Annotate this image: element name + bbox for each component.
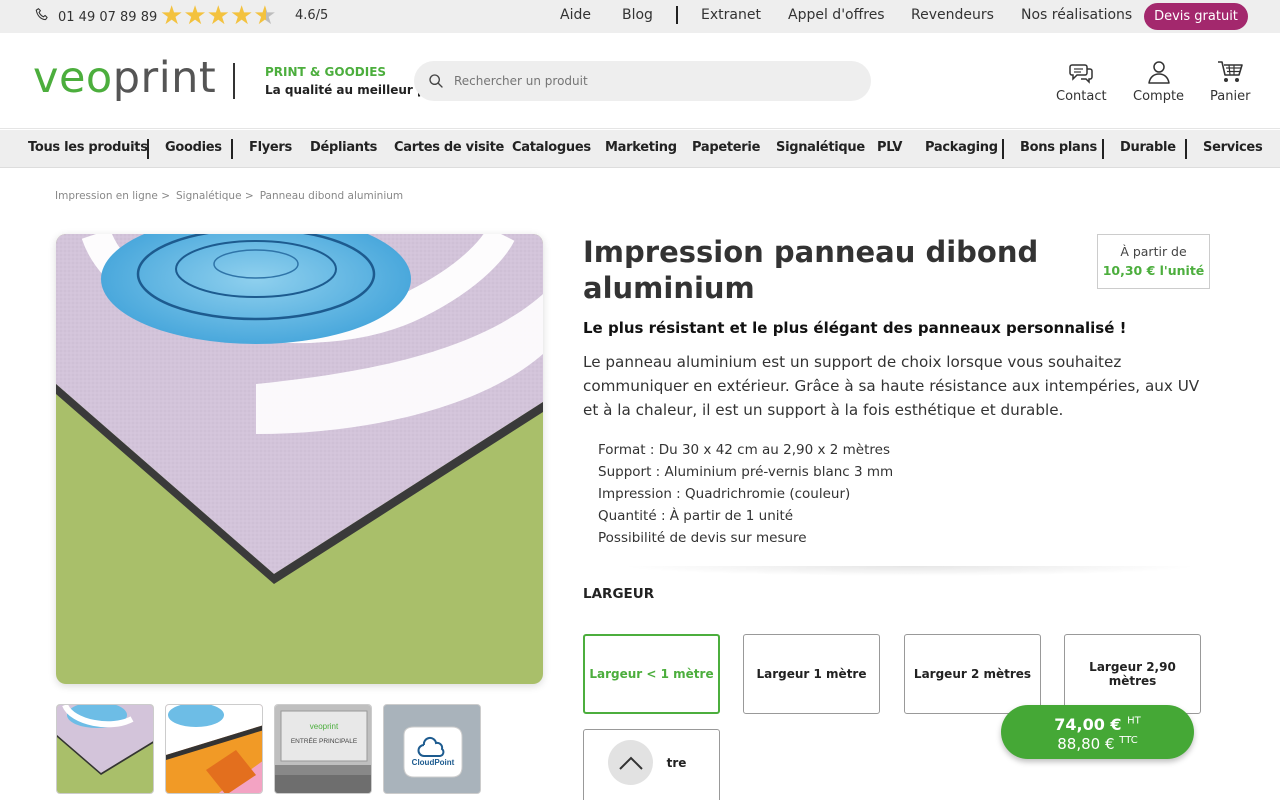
user-icon	[1147, 61, 1170, 84]
star-icon: ★	[160, 1, 184, 31]
account-label: Compte	[1133, 89, 1185, 104]
nav-cartes-visite[interactable]: Cartes de visite	[394, 140, 504, 155]
breadcrumb-home[interactable]: Impression en ligne >	[55, 190, 170, 202]
spec-quantite: Quantité : À partir de 1 unité	[598, 508, 794, 524]
width-option-2m[interactable]: Largeur 2 mètres	[904, 634, 1041, 714]
width-option-lt-1m[interactable]: Largeur < 1 mètre	[583, 634, 720, 714]
nav-packaging[interactable]: Packaging	[925, 140, 998, 155]
spec-format: Format : Du 30 x 42 cm au 2,90 x 2 mètre…	[598, 442, 891, 458]
width-section-label: LARGEUR	[583, 586, 655, 602]
nav-divider	[231, 139, 233, 159]
rating-stars: ★ ★ ★ ★ ★	[160, 3, 277, 29]
phone-contact[interactable]: 01 49 07 89 89	[34, 7, 157, 27]
nav-divider	[1185, 139, 1187, 159]
nav-signaletique[interactable]: Signalétique	[776, 140, 865, 155]
spec-devis: Possibilité de devis sur mesure	[598, 530, 807, 546]
section-divider	[620, 566, 1200, 576]
price-from-label: À partir de	[1120, 244, 1187, 259]
nav-catalogues[interactable]: Catalogues	[512, 140, 591, 155]
thumbnail-3[interactable]: veoprint ENTRÉE PRINCIPALE	[274, 704, 372, 794]
product-thumbnails: veoprint ENTRÉE PRINCIPALE CloudPoint	[56, 704, 481, 794]
cart-button[interactable]: Panier	[1210, 59, 1250, 104]
link-revendeurs[interactable]: Revendeurs	[911, 7, 994, 23]
account-button[interactable]: Compte	[1133, 59, 1184, 104]
link-aide[interactable]: Aide	[560, 7, 591, 23]
link-realisations[interactable]: Nos réalisations	[1021, 7, 1132, 23]
chevron-up-icon	[618, 756, 643, 770]
star-icon: ★	[229, 1, 254, 31]
search-bar[interactable]	[414, 61, 871, 101]
top-bar: 01 49 07 89 89 ★ ★ ★ ★ ★ 4.6/5 Aide Blog…	[0, 0, 1280, 33]
link-appel-offres[interactable]: Appel d'offres	[788, 7, 885, 23]
search-input[interactable]	[454, 74, 834, 88]
product-main-image[interactable]	[56, 234, 543, 684]
devis-gratuit-button[interactable]: Devis gratuit	[1144, 3, 1248, 30]
product-subtitle: Le plus résistant et le plus élégant des…	[583, 319, 1127, 337]
cart-label: Panier	[1210, 89, 1251, 104]
thumbnail-2[interactable]	[165, 704, 263, 794]
spec-support: Support : Aluminium pré-vernis blanc 3 m…	[598, 464, 894, 480]
nav-bons-plans[interactable]: Bons plans	[1020, 140, 1097, 155]
price-ttc: 88,80 €	[1057, 735, 1115, 753]
nav-goodies[interactable]: Goodies	[165, 140, 222, 155]
contact-label: Contact	[1056, 89, 1107, 104]
nav-plv[interactable]: PLV	[877, 140, 902, 155]
nav-flyers[interactable]: Flyers	[249, 140, 292, 155]
nav-tous-produits[interactable]: Tous les produits	[28, 140, 148, 155]
product-specs: Format : Du 30 x 42 cm au 2,90 x 2 mètre…	[598, 439, 893, 549]
breadcrumb-current: Panneau dibond aluminium	[259, 190, 404, 202]
nav-divider	[1002, 139, 1004, 159]
thumbnail-sign-text: ENTRÉE PRINCIPALE	[291, 736, 358, 745]
tagline-primary: PRINT & GOODIES	[265, 65, 387, 79]
breadcrumb-category[interactable]: Signalétique >	[176, 190, 254, 202]
cart-icon	[1218, 61, 1244, 82]
price-ttc-suffix: TTC	[1119, 735, 1138, 746]
search-icon	[429, 74, 443, 88]
star-icon: ★	[206, 1, 230, 31]
topbar-divider	[676, 6, 678, 24]
veoprint-logo[interactable]: veoprint	[33, 53, 216, 103]
price-ht-suffix: HT	[1127, 715, 1141, 727]
width-option-2-90m[interactable]: Largeur 2,90 mètres	[1064, 634, 1201, 714]
thumbnail-4[interactable]: CloudPoint	[383, 704, 481, 794]
price-from-value: 10,30 € l'unité	[1102, 263, 1205, 278]
chat-icon	[1069, 64, 1094, 84]
nav-durable[interactable]: Durable	[1120, 140, 1176, 155]
price-summary: 74,00 € HT 88,80 € TTC	[1001, 705, 1194, 759]
nav-divider	[1102, 139, 1104, 159]
price-ht: 74,00 €	[1054, 715, 1122, 734]
thumbnail-brand-text: veoprint	[310, 722, 339, 731]
nav-divider	[147, 139, 149, 159]
contact-button[interactable]: Contact	[1056, 59, 1107, 104]
spec-impression: Impression : Quadrichromie (couleur)	[598, 486, 851, 502]
nav-depliants[interactable]: Dépliants	[310, 140, 377, 155]
link-extranet[interactable]: Extranet	[701, 7, 761, 23]
product-title: Impression panneau dibond aluminium	[583, 235, 1039, 305]
nav-services[interactable]: Services	[1203, 140, 1263, 155]
star-icon: ★	[183, 1, 207, 31]
header-divider	[233, 63, 235, 99]
breadcrumb: Impression en ligne > Signalétique > Pan…	[55, 190, 403, 202]
phone-icon	[34, 7, 50, 27]
nav-marketing[interactable]: Marketing	[605, 140, 677, 155]
width-option-1m[interactable]: Largeur 1 mètre	[743, 634, 880, 714]
thumbnail-logo-text: CloudPoint	[412, 758, 455, 767]
main-navigation: Tous les produits Goodies Flyers Déplian…	[0, 130, 1280, 168]
link-blog[interactable]: Blog	[622, 7, 653, 23]
price-from-box: À partir de 10,30 € l'unité	[1097, 234, 1210, 289]
nav-papeterie[interactable]: Papeterie	[692, 140, 760, 155]
scroll-to-top-button[interactable]	[608, 740, 653, 785]
thumbnail-1[interactable]	[56, 704, 154, 794]
rating-score: 4.6/5	[295, 8, 329, 23]
phone-number: 01 49 07 89 89	[58, 9, 158, 25]
half-star-icon: ★	[253, 1, 277, 31]
product-description: Le panneau aluminium est un support de c…	[583, 353, 1200, 419]
site-header: veoprint PRINT & GOODIES La qualité au m…	[0, 33, 1280, 129]
